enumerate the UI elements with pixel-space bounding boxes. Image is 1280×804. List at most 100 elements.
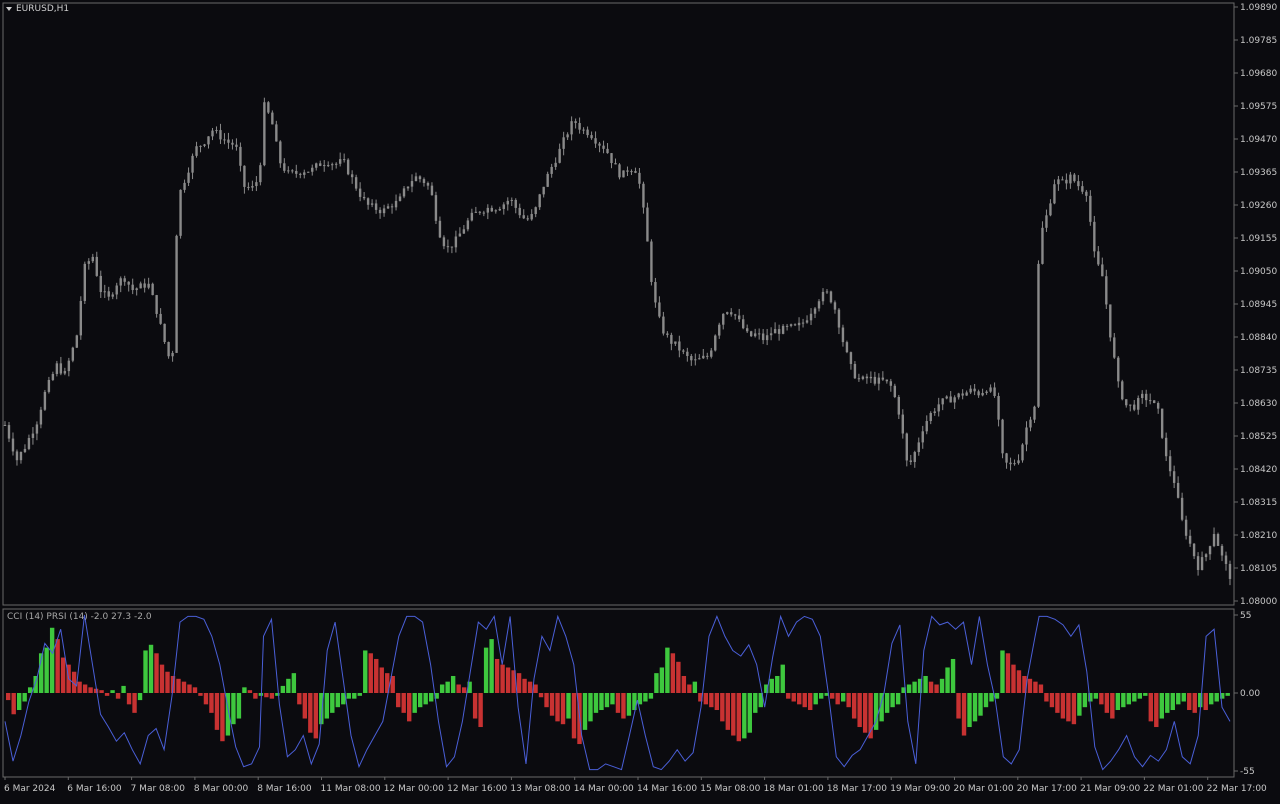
indicator-tick-label: 55 [1240,611,1251,621]
time-tick-label: 19 Mar 09:00 [890,784,950,794]
candle-body [614,163,617,165]
candle-body [785,325,789,327]
candle-body [666,333,669,335]
candle-body [514,199,517,208]
candle-body [115,285,118,295]
candle-body [522,215,525,219]
candle-body [1101,264,1104,277]
candle-body [478,211,482,213]
candle-body [773,329,777,334]
chart-window[interactable]: 1.09890 1.09785 1.09680 1.09575 1.09470 1.093… [0,0,1280,800]
candle-body [398,196,402,201]
cci-bar [49,627,55,693]
candle-body [873,376,877,384]
cci-bar [330,693,335,713]
cci-bar [615,693,621,713]
cci-bar [478,693,483,728]
candle-body [777,329,781,334]
cci-bar [736,693,741,742]
candle-body [370,203,374,205]
candle-body [757,333,761,335]
cci-bar [989,693,994,702]
candle-body [171,352,174,357]
candle-body [1061,179,1064,181]
cci-bar [198,693,203,696]
candle-body [159,313,162,324]
candle-body [530,214,533,220]
candle-body [107,291,110,297]
cci-bar [231,693,236,725]
candle-body [354,177,358,189]
candle-body [418,176,422,180]
candle-body [235,144,238,147]
cci-bar [1176,693,1181,705]
candle-body [31,433,35,438]
candle-body [1184,519,1188,536]
candle-body [805,320,809,323]
candle-body [39,409,43,425]
candle-body [402,188,406,197]
dropdown-triangle-icon[interactable] [6,7,12,11]
cci-bar [643,693,648,702]
candle-body [227,139,230,143]
candle-body [482,212,486,214]
cci-bar [1143,693,1148,696]
cci-bar [1027,678,1033,693]
cci-bar [676,661,681,693]
cci-bar [77,681,82,693]
candle-body [291,170,294,172]
cci-bar [407,693,412,722]
candle-body [1093,221,1096,252]
candle-body [630,171,633,173]
candle-body [263,102,266,166]
candle-body [1145,393,1148,401]
candle-body [231,142,234,145]
cci-bar [571,693,577,739]
candle-body [323,165,326,167]
candle-body [542,186,545,195]
candle-body [394,200,398,208]
cci-bar [286,678,291,693]
cci-bar [648,693,654,699]
cci-bar [687,684,692,693]
cci-bar [220,693,225,742]
cci-bar [1049,693,1055,708]
candle-body [706,355,709,357]
cci-bar [1104,693,1110,713]
candle-body [271,112,274,125]
price-tick-label: 1.08840 [1240,333,1277,343]
candle-body [223,139,226,141]
candle-body [925,421,928,432]
candle-body [562,137,565,149]
cci-bar [1225,693,1230,696]
candle-body [103,291,106,293]
candle-body [211,130,214,137]
cci-bar [527,681,533,693]
cci-bar [956,693,961,719]
price-tick-label: 1.09470 [1240,135,1277,145]
price-chart-svg[interactable]: 1.09890 1.09785 1.09680 1.09575 1.09470 1.093… [0,0,1280,800]
candle-body [574,121,577,124]
candle-body [143,283,146,288]
candle-body [470,212,474,221]
candle-body [1065,179,1068,184]
candle-body [849,352,853,364]
candle-body [454,236,458,248]
candle-body [634,171,637,173]
candle-body [749,331,753,337]
cci-bar [352,693,357,699]
cci-bar [709,693,714,708]
cci-bar [566,693,571,719]
cci-bar [703,693,709,705]
cci-bar [544,693,549,708]
candle-body [123,278,126,282]
candle-body [43,391,47,410]
cci-bar [1121,693,1126,708]
cci-bar [846,693,851,708]
candle-body [1109,304,1112,338]
cci-bar [1038,684,1044,693]
candle-body [11,438,15,452]
candle-body [179,189,182,236]
cci-bar [1000,650,1005,693]
indicator-tick-label: -55 [1240,767,1255,777]
